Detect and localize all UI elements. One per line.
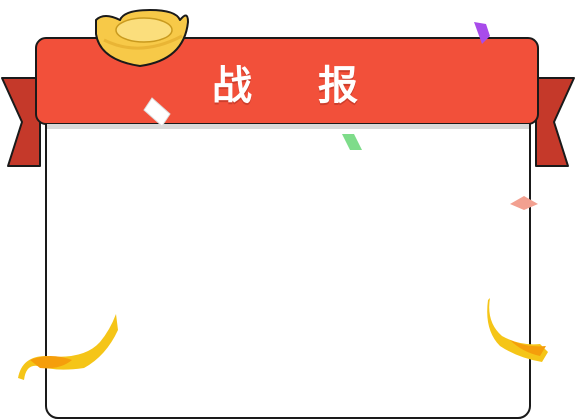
- ribbon-right: [535, 77, 575, 167]
- battle-report-panel: 战 报: [0, 0, 576, 420]
- report-content-area: [50, 132, 528, 416]
- page-title: 战 报: [212, 63, 384, 109]
- ribbon-left: [1, 77, 41, 167]
- header-shadow: [47, 124, 529, 129]
